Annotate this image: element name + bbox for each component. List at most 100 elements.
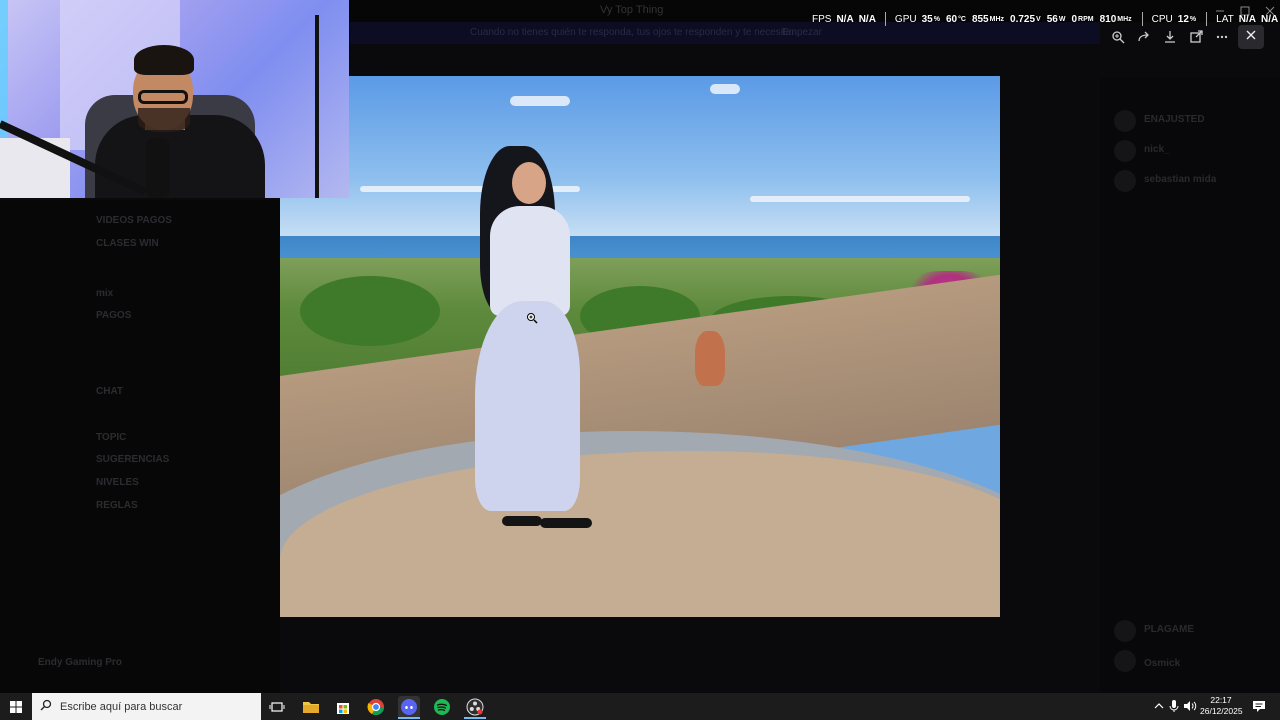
fps-value: N/A [836,13,854,25]
background-channel: REGLAS [96,500,138,511]
cpu-usage: 12 [1177,13,1189,25]
gpu-fan-unit: RPM [1078,15,1094,23]
background-member-avatar [1114,110,1136,132]
webcam-person-hair [134,45,194,75]
webcam-mic-stand [315,15,319,198]
taskbar-search-box[interactable]: Escribe aquí para buscar [32,693,261,720]
zoom-icon[interactable] [1108,27,1128,47]
gpu-power: 56 [1046,13,1058,25]
background-banner-text: Cuando no tienes quién te responda, tus … [470,27,797,38]
photo-sky [280,76,1000,246]
more-icon[interactable] [1212,27,1232,47]
gpu-temp-unit: °C [958,15,966,23]
taskbar-clock[interactable]: 22:17 26/12/2025 [1200,695,1243,717]
cpu-label: CPU [1151,13,1173,25]
photo-cloud [510,96,570,106]
cpu-usage-unit: % [1189,15,1197,23]
clock-time: 22:17 [1210,695,1232,705]
open-external-icon[interactable] [1186,27,1206,47]
photo-person-dress [475,301,580,511]
webcam-person-beard [138,108,190,132]
latency-value: N/A [1238,13,1256,25]
zoom-cursor-icon [526,311,538,324]
gpu-clock-unit: MHz [989,15,1005,23]
obs-icon[interactable] [464,696,486,718]
active-app-indicator [398,717,420,719]
background-member: Osmick [1144,658,1181,669]
search-icon [40,698,52,716]
latency-label: LAT [1216,13,1234,25]
close-icon [1245,28,1257,46]
background-member: ENAJUSTED [1144,114,1205,125]
background-member-avatar [1114,650,1136,672]
download-icon[interactable] [1160,27,1180,47]
fps-value-secondary: N/A [858,13,876,25]
photo-person-face [512,162,546,204]
file-explorer-icon[interactable] [300,696,322,718]
photo-cloud [710,84,740,94]
separator [1141,12,1143,26]
windows-start-icon[interactable] [6,697,26,717]
background-channel-list: VIDEOS PAGOS CLASES WIN mix PAGOS CHAT T… [0,200,280,693]
background-username: Endy Gaming Pro [38,657,122,668]
task-view-icon[interactable] [266,696,288,718]
background-member-avatar [1114,140,1136,162]
forward-icon[interactable] [1134,27,1154,47]
clock-date: 26/12/2025 [1200,706,1243,716]
screen: Vy Top Thing Cuando no tienes quién te r… [0,0,1280,720]
background-member: nick_ [1144,144,1170,155]
webcam-microphone [146,138,170,198]
photo-person-top [490,206,570,316]
background-window-title: Vy Top Thing [600,4,664,16]
separator [1206,12,1208,26]
gpu-temp: 60 [945,13,958,25]
photo-shoe [540,518,592,528]
photo-bush [300,276,440,346]
background-member-avatar [1114,170,1136,192]
fps-label: FPS [812,13,832,25]
active-app-indicator [464,717,486,719]
background-member-avatar [1114,620,1136,642]
notifications-icon[interactable] [1252,699,1266,713]
gpu-voltage-unit: V [1036,15,1041,23]
background-member: PLAGAME [1144,624,1194,635]
background-member: sebastian mida [1144,174,1217,185]
webcam-overlay [0,0,349,198]
viewer-image[interactable] [280,76,1000,617]
close-viewer-button[interactable] [1238,25,1264,49]
gpu-label: GPU [894,13,917,25]
gpu-fan: 0 [1071,13,1078,25]
photo-shoe [502,516,542,526]
background-channel: VIDEOS PAGOS [96,215,172,226]
chevron-up-icon[interactable] [1152,699,1166,713]
background-channel: mix [96,288,114,299]
background-channel: SUGERENCIAS [96,454,170,465]
gpu-clock: 855 [971,13,989,25]
background-channel: PAGOS [96,310,132,321]
gpu-voltage: 0.725 [1010,13,1036,25]
taskbar: Escribe aquí para buscar 22:17 26/12/202… [0,693,1280,720]
separator [884,12,886,26]
volume-icon[interactable] [1183,699,1197,713]
webcam-person-glasses [138,90,188,104]
performance-overlay: FPS N/A N/A GPU 35 % 60 °C 855 MHz 0.725… [812,12,1280,26]
spotify-icon[interactable] [431,696,453,718]
microphone-icon[interactable] [1167,699,1181,713]
image-viewer-toolbar [1105,25,1235,49]
background-channel: CHAT [96,386,124,397]
gpu-power-unit: W [1058,15,1066,23]
gpu-usage: 35 [921,13,933,25]
background-banner-action: Empezar [782,27,823,38]
latency-value-secondary: N/A [1260,13,1279,25]
discord-icon[interactable] [398,696,420,718]
chrome-icon[interactable] [365,696,387,718]
photo-cloud [750,196,970,202]
gpu-mem-clock-unit: MHz [1117,15,1132,23]
gpu-mem-clock: 810 [1099,13,1117,25]
search-placeholder: Escribe aquí para buscar [60,700,183,713]
background-member-list: ENAJUSTED nick_ sebastian mida PLAGAME O… [1100,78,1280,693]
store-icon[interactable] [332,696,354,718]
background-channel: NIVELES [96,477,139,488]
background-channel: CLASES WIN [96,238,159,249]
photo-urn [695,331,725,386]
